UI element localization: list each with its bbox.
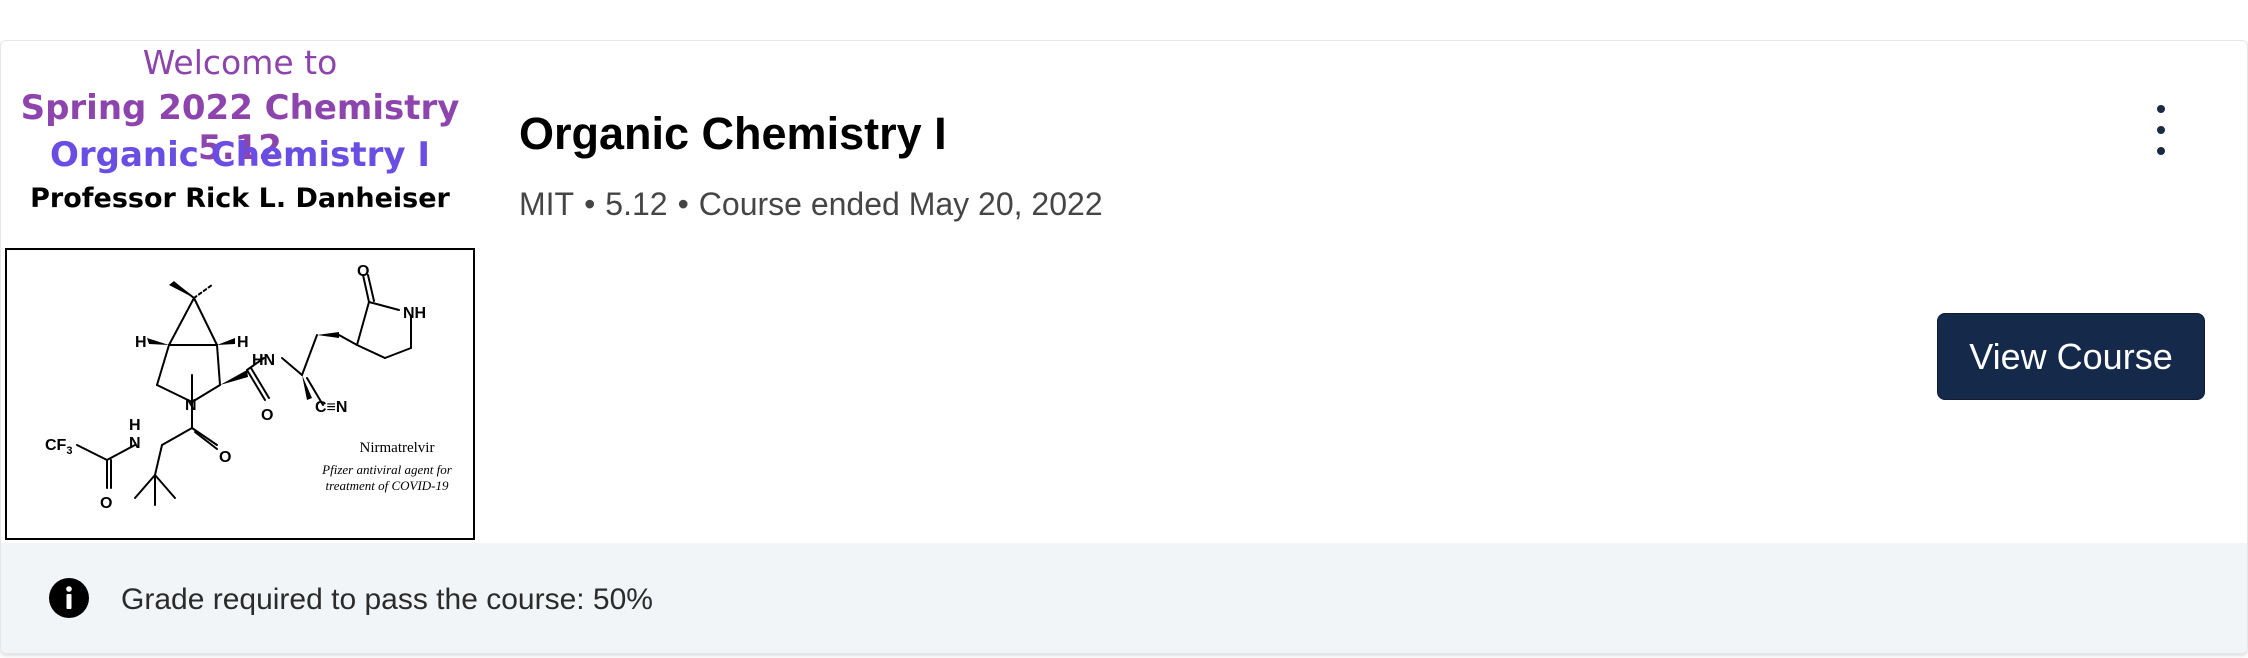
atom-h-right: H bbox=[237, 334, 249, 351]
atom-n-ring: N bbox=[185, 397, 197, 414]
atom-hn: HN bbox=[252, 352, 275, 369]
atom-n-amide: N bbox=[129, 435, 141, 452]
course-meta: MIT • 5.12 • Course ended May 20, 2022 bbox=[519, 186, 1103, 223]
molecule-description: Pfizer antiviral agent for treatment of … bbox=[287, 462, 487, 494]
atom-h-n: H bbox=[129, 417, 141, 434]
grade-requirement-text: Grade required to pass the course: 50% bbox=[121, 583, 653, 616]
atom-cf3: CF3 bbox=[45, 437, 72, 457]
meta-separator: • bbox=[677, 186, 689, 222]
meta-separator: • bbox=[584, 186, 596, 222]
kebab-vertical-icon[interactable] bbox=[2145, 97, 2177, 163]
course-org: MIT bbox=[519, 186, 575, 222]
atom-o-tfa: O bbox=[100, 495, 112, 512]
molecule-structure: O NH H H HN C≡N N O CF3 H N O O bbox=[45, 263, 426, 512]
course-status: Course ended May 20, 2022 bbox=[698, 186, 1103, 222]
course-footer: Grade required to pass the course: 50% bbox=[1, 543, 2247, 653]
info-circle-icon bbox=[49, 578, 89, 618]
molecule-desc-line1: Pfizer antiviral agent for bbox=[322, 462, 452, 477]
kebab-dot bbox=[2157, 126, 2165, 134]
course-number: 5.12 bbox=[605, 186, 668, 222]
thumb-course-text: Organic Chemistry I bbox=[49, 135, 430, 175]
molecule-name: Nirmatrelvir bbox=[359, 440, 435, 456]
atom-o-top: O bbox=[357, 263, 369, 280]
molecule-desc-line2: treatment of COVID-19 bbox=[325, 478, 449, 493]
thumb-welcome-text: Welcome to bbox=[142, 43, 338, 82]
kebab-dot bbox=[2157, 147, 2165, 155]
view-course-button[interactable]: View Course bbox=[1937, 313, 2205, 400]
kebab-dot bbox=[2157, 105, 2165, 113]
course-title[interactable]: Organic Chemistry I bbox=[519, 108, 947, 160]
atom-cn: C≡N bbox=[315, 399, 347, 416]
course-card: Welcome to Spring 2022 Chemistry 5.12 Or… bbox=[0, 40, 2248, 654]
atom-o-amide2: O bbox=[219, 449, 231, 466]
atom-o-amide1: O bbox=[261, 407, 273, 424]
molecule-diagram: O NH H H HN C≡N N O CF3 H N O O Nirmatre… bbox=[5, 248, 475, 540]
thumb-professor-text: Professor Rick L. Danheiser bbox=[30, 183, 450, 214]
atom-h-left: H bbox=[135, 334, 147, 351]
course-thumbnail[interactable]: Welcome to Spring 2022 Chemistry 5.12 Or… bbox=[5, 43, 475, 540]
atom-nh-ring: NH bbox=[403, 305, 426, 322]
